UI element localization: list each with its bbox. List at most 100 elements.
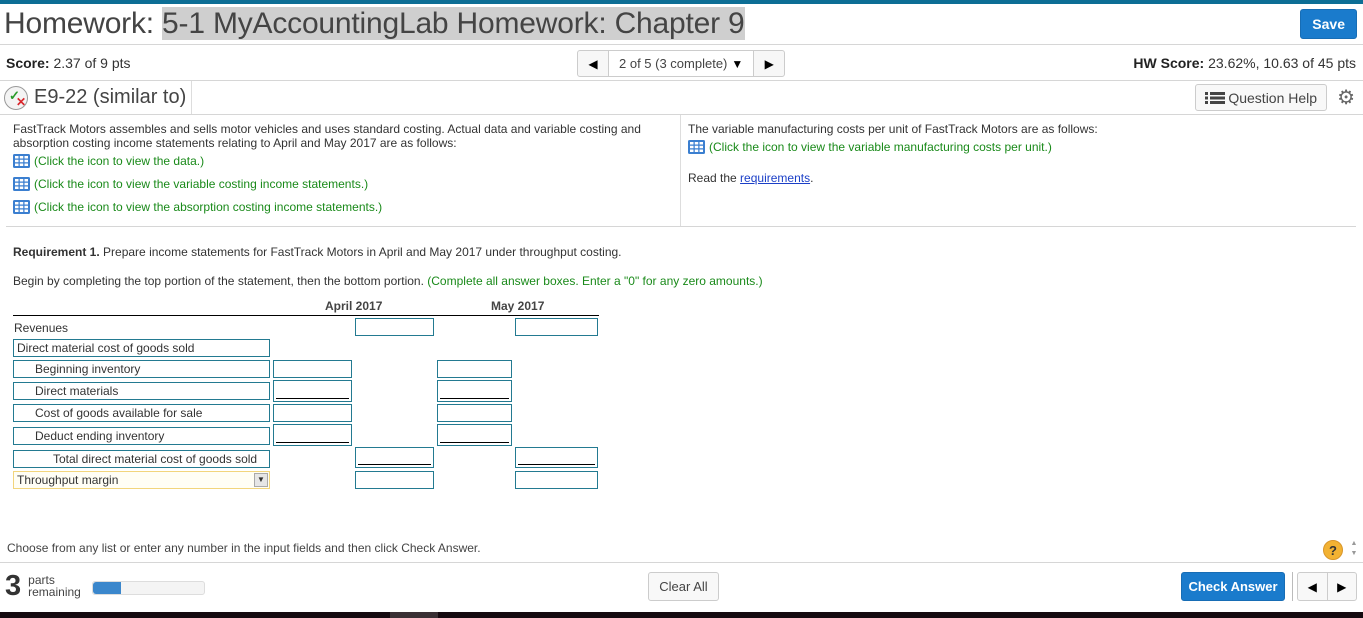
triangle-right-icon: ▶ <box>764 56 774 71</box>
question-help-label: Question Help <box>1228 89 1318 106</box>
view-variable-costing-label: (Click the icon to view the variable cos… <box>34 177 369 191</box>
triangle-left-icon: ◀ <box>1307 579 1317 594</box>
read-requirements: Read the requirements. <box>688 171 1349 185</box>
partial-correct-icon: ✓ ✕ <box>4 85 28 110</box>
footer-question-nav: ◀ ▶ <box>1297 572 1357 601</box>
april-throughput-margin-input[interactable] <box>355 471 434 489</box>
footer-previous-button[interactable]: ◀ <box>1298 573 1328 600</box>
taskbar-item[interactable] <box>390 612 438 618</box>
caret-down-icon: ▼ <box>731 56 744 71</box>
read-suffix: . <box>810 171 814 185</box>
parts-label-line2: remaining <box>28 585 81 599</box>
triangle-right-icon: ▶ <box>1337 579 1347 594</box>
question-position-dropdown[interactable]: 2 of 5 (3 complete) ▼ <box>609 51 754 76</box>
row-label-select-ending-inventory[interactable]: Deduct ending inventory <box>13 427 270 445</box>
row-label-select-beginning-inventory[interactable]: Beginning inventory <box>13 360 270 378</box>
table-icon <box>688 140 705 154</box>
footer-separator <box>1292 572 1293 601</box>
row-label-dropdown-throughput-margin[interactable]: Throughput margin ▼ <box>13 471 270 489</box>
requirement-instructions: Begin by completing the top portion of t… <box>13 274 1350 288</box>
triangle-left-icon: ◀ <box>588 56 598 71</box>
problem-statement: FastTrack Motors assembles and sells mot… <box>6 115 1356 227</box>
previous-question-button[interactable]: ◀ <box>578 51 609 76</box>
question-bar: ✓ ✕ E9-22 (similar to) Question Help ⚙ <box>0 81 1363 115</box>
parts-count: 3 <box>5 570 22 602</box>
may-total-dm-cogs-input[interactable] <box>515 447 598 468</box>
score-bar: Score: 2.37 of 9 pts ◀ 2 of 5 (3 complet… <box>0 45 1363 81</box>
requirement-text: Prepare income statements for FastTrack … <box>99 245 622 259</box>
april-ending-inventory-input[interactable] <box>273 424 352 446</box>
hint-text: (Complete all answer boxes. Enter a "0" … <box>427 274 763 288</box>
question-position: 2 of 5 (3 complete) <box>619 56 728 71</box>
scroll-down-icon[interactable]: ▼ <box>1348 549 1360 559</box>
row-label-select-cost-available[interactable]: Cost of goods available for sale <box>13 404 270 422</box>
scroll-arrows[interactable]: ▲ ▼ <box>1348 539 1360 561</box>
scroll-up-icon[interactable]: ▲ <box>1348 539 1360 549</box>
question-title: ✓ ✕ E9-22 (similar to) <box>4 81 193 114</box>
april-total-dm-cogs-input[interactable] <box>355 447 434 468</box>
next-question-button[interactable]: ▶ <box>753 51 784 76</box>
score-value: 2.37 of 9 pts <box>53 54 131 71</box>
question-navigator: ◀ 2 of 5 (3 complete) ▼ ▶ <box>577 50 786 77</box>
variable-costs-intro: The variable manufacturing costs per uni… <box>688 122 1098 136</box>
gear-icon[interactable]: ⚙ <box>1337 85 1355 110</box>
may-throughput-margin-input[interactable] <box>515 471 598 489</box>
header-rule <box>13 315 599 316</box>
april-direct-materials-input[interactable] <box>273 380 352 402</box>
requirements-link[interactable]: requirements <box>740 171 810 185</box>
question-tools: Question Help ⚙ <box>1195 84 1355 111</box>
x-mark-icon: ✕ <box>16 94 27 109</box>
may-cost-available-input[interactable] <box>437 404 512 422</box>
save-button[interactable]: Save <box>1300 9 1357 39</box>
requirement-label: Requirement 1. <box>13 245 100 259</box>
row-label-select-dm-cogs[interactable]: Direct material cost of goods sold <box>13 339 270 357</box>
score-label: Score: <box>6 54 50 71</box>
table-icon <box>13 200 30 214</box>
row-label-select-direct-materials[interactable]: Direct materials <box>13 382 270 400</box>
problem-left: FastTrack Motors assembles and sells mot… <box>6 115 681 226</box>
problem-right: The variable manufacturing costs per uni… <box>681 115 1356 226</box>
read-prefix: Read the <box>688 171 741 185</box>
parts-remaining: 3 parts remaining <box>5 570 81 602</box>
question-name: E9-22 (similar to) <box>34 86 187 108</box>
os-taskbar <box>0 612 1363 618</box>
question-score: Score: 2.37 of 9 pts <box>6 55 131 71</box>
hw-score: HW Score: 23.62%, 10.63 of 45 pts <box>1133 55 1356 71</box>
april-cost-available-input[interactable] <box>273 404 352 422</box>
view-absorption-costing-link[interactable]: (Click the icon to view the absorption c… <box>13 200 673 214</box>
view-variable-costing-link[interactable]: (Click the icon to view the variable cos… <box>13 177 673 191</box>
may-direct-materials-input[interactable] <box>437 380 512 402</box>
view-absorption-costing-label: (Click the icon to view the absorption c… <box>34 200 383 214</box>
view-data-label: (Click the icon to view the data.) <box>34 154 205 168</box>
requirement-section: Requirement 1. Prepare income statements… <box>0 227 1363 288</box>
view-variable-costs-link[interactable]: (Click the icon to view the variable man… <box>688 140 1349 154</box>
check-answer-button[interactable]: Check Answer <box>1181 572 1285 601</box>
may-revenues-input[interactable] <box>515 318 598 336</box>
view-data-link[interactable]: (Click the icon to view the data.) <box>13 154 673 168</box>
row-label-revenues: Revenues <box>13 320 270 338</box>
title-prefix: Homework: <box>4 7 154 40</box>
question-help-button[interactable]: Question Help <box>1195 84 1328 111</box>
clear-all-button[interactable]: Clear All <box>648 572 719 601</box>
progress-fill <box>93 582 121 594</box>
help-question-icon[interactable]: ? <box>1323 540 1343 560</box>
hw-score-value: 23.62%, 10.63 of 45 pts <box>1208 54 1356 71</box>
list-icon <box>1205 91 1226 104</box>
income-statement: April 2017 May 2017 Revenues Direct mate… <box>13 299 599 494</box>
table-icon <box>13 154 30 168</box>
assignment-title: 5-1 MyAccountingLab Homework: Chapter 9 <box>162 7 745 40</box>
april-revenues-input[interactable] <box>355 318 434 336</box>
row-label-select-total-dm-cogs[interactable]: Total direct material cost of goods sold <box>13 450 270 468</box>
hw-score-label: HW Score: <box>1133 54 1205 71</box>
may-ending-inventory-input[interactable] <box>437 424 512 446</box>
footer-next-button[interactable]: ▶ <box>1328 573 1357 600</box>
throughput-margin-label: Throughput margin <box>17 473 119 487</box>
april-beginning-inventory-input[interactable] <box>273 360 352 378</box>
column-header-may: May 2017 <box>491 299 545 313</box>
footer-divider <box>0 562 1363 563</box>
answer-instruction: Choose from any list or enter any number… <box>7 541 481 555</box>
view-variable-costs-label: (Click the icon to view the variable man… <box>709 140 1052 154</box>
may-beginning-inventory-input[interactable] <box>437 360 512 378</box>
table-icon <box>13 177 30 191</box>
dropdown-arrow-icon: ▼ <box>254 473 268 487</box>
